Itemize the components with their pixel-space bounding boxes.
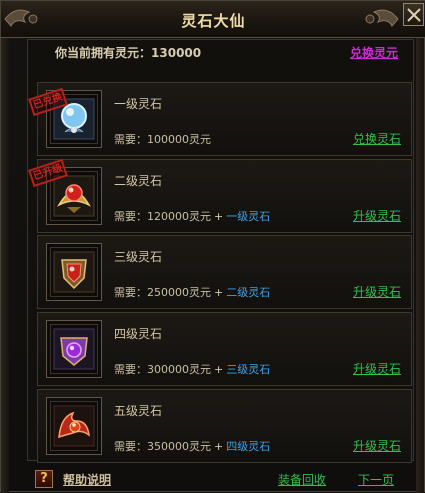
req-amount: 350000灵元 bbox=[147, 440, 211, 453]
stone-requirement: 需要：120000灵元 + 一级灵石 bbox=[114, 208, 270, 224]
stone-name: 五级灵石 bbox=[114, 404, 163, 418]
stone-card-3: 三级灵石 需要：250000灵元 + 二级灵石 升级灵石 bbox=[37, 235, 412, 309]
req-label: 需要： bbox=[114, 363, 147, 376]
left-frame bbox=[1, 38, 9, 493]
stone-card-5: 五级灵石 需要：350000灵元 + 四级灵石 升级灵石 bbox=[37, 389, 412, 463]
req-amount: 250000灵元 bbox=[147, 286, 211, 299]
req-label: 需要： bbox=[114, 440, 147, 453]
exchange-spirit-link[interactable]: 兑换灵元 bbox=[350, 44, 398, 61]
upgrade-stone-link[interactable]: 升级灵石 bbox=[353, 437, 401, 454]
req-label: 需要： bbox=[114, 133, 147, 146]
title-ornament-right-icon bbox=[365, 9, 399, 27]
plus-sign: + bbox=[214, 440, 224, 453]
req-amount: 120000灵元 bbox=[147, 210, 211, 223]
help-link[interactable]: 帮助说明 bbox=[63, 471, 111, 488]
plus-sign: + bbox=[214, 363, 224, 376]
title-bar[interactable]: 灵石大仙 bbox=[1, 1, 425, 38]
close-icon bbox=[407, 8, 421, 22]
next-page-link[interactable]: 下一页 bbox=[358, 471, 394, 488]
req-amount: 300000灵元 bbox=[147, 363, 211, 376]
plus-sign: + bbox=[214, 210, 224, 223]
stone-name: 四级灵石 bbox=[114, 327, 163, 341]
right-frame bbox=[416, 38, 424, 493]
req-label: 需要： bbox=[114, 286, 147, 299]
stone-requirement: 需要：250000灵元 + 二级灵石 bbox=[114, 284, 270, 300]
footer-bar: ? 帮助说明 装备回收 下一页 bbox=[27, 461, 414, 493]
spirit-balance-label: 你当前拥有灵元： bbox=[55, 46, 152, 60]
stone-name: 一级灵石 bbox=[114, 97, 163, 111]
stone-card-1: 一级灵石 需要：100000灵元 兑换灵石 bbox=[37, 82, 412, 156]
upgrade-stone-link[interactable]: 升级灵石 bbox=[353, 207, 401, 224]
req-label: 需要： bbox=[114, 210, 147, 223]
help-icon[interactable]: ? bbox=[35, 470, 53, 488]
plus-sign: + bbox=[214, 286, 224, 299]
spirit-stone-window: 灵石大仙 你当前拥有灵元：130000 兑换灵元 一级灵石 需要：100000灵… bbox=[0, 0, 425, 493]
prev-stone: 二级灵石 bbox=[226, 286, 271, 299]
item-slot[interactable] bbox=[46, 320, 102, 378]
stone-card-4: 四级灵石 需要：300000灵元 + 三级灵石 升级灵石 bbox=[37, 312, 412, 386]
prev-stone: 一级灵石 bbox=[226, 210, 271, 223]
red-orb-icon bbox=[53, 175, 95, 217]
red-shield-gem-icon bbox=[53, 251, 95, 293]
item-slot[interactable] bbox=[46, 243, 102, 301]
flame-gem-icon bbox=[53, 405, 95, 447]
stone-name: 二级灵石 bbox=[114, 174, 163, 188]
stone-card-2: 二级灵石 需要：120000灵元 + 一级灵石 升级灵石 bbox=[37, 159, 412, 233]
spirit-balance-value: 130000 bbox=[151, 46, 202, 60]
exchange-stone-link[interactable]: 兑换灵石 bbox=[353, 130, 401, 147]
prev-stone: 三级灵石 bbox=[226, 363, 271, 376]
close-button[interactable] bbox=[403, 3, 424, 26]
prev-stone: 四级灵石 bbox=[226, 440, 271, 453]
stone-name: 三级灵石 bbox=[114, 250, 163, 264]
stone-requirement: 需要：100000灵元 bbox=[114, 131, 211, 147]
spirit-balance: 你当前拥有灵元：130000 bbox=[55, 44, 201, 61]
upgrade-stone-link[interactable]: 升级灵石 bbox=[353, 283, 401, 300]
stone-requirement: 需要：350000灵元 + 四级灵石 bbox=[114, 438, 270, 454]
stone-requirement: 需要：300000灵元 + 三级灵石 bbox=[114, 361, 270, 377]
req-amount: 100000灵元 bbox=[147, 133, 211, 146]
upgrade-stone-link[interactable]: 升级灵石 bbox=[353, 360, 401, 377]
purple-gem-icon bbox=[53, 328, 95, 370]
equipment-recycle-link[interactable]: 装备回收 bbox=[278, 471, 326, 488]
item-slot[interactable] bbox=[46, 397, 102, 455]
